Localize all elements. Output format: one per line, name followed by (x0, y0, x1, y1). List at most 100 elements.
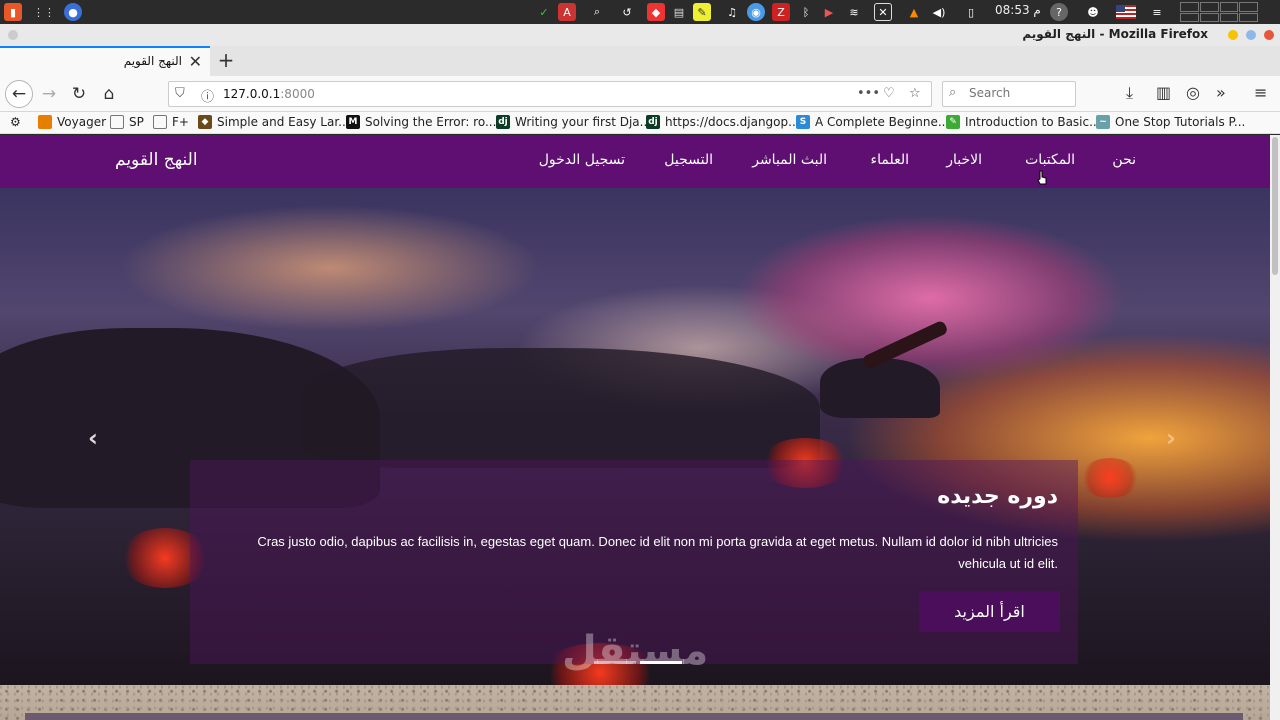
close-window-button[interactable] (1264, 30, 1274, 40)
account-icon[interactable]: ◎ (1186, 83, 1200, 102)
folder-icon (153, 115, 167, 129)
url-bar[interactable]: ⛉ ⓘ 127.0.0.1:8000 ••• ♡ ☆ (168, 81, 932, 107)
search-input[interactable] (969, 86, 1069, 100)
hamburger-menu-icon[interactable]: ≡ (1254, 83, 1267, 102)
help-icon[interactable]: ? (1050, 2, 1068, 22)
bookmark-label: F+ (172, 115, 189, 129)
nav-link-libraries[interactable]: المكتبات (1025, 152, 1075, 168)
bookmark-f-plus[interactable]: F+ (153, 115, 189, 129)
read-more-button[interactable]: اقرأ المزيد (919, 591, 1060, 632)
url-host: 127.0.0.1 (223, 87, 281, 101)
sidebar-icon[interactable]: ▥ (1156, 83, 1171, 102)
git-icon[interactable]: ◆ (647, 2, 665, 22)
bookmark-django-docs[interactable]: dj https://docs.djangop... (646, 115, 800, 129)
chrome-icon[interactable]: ◉ (747, 2, 765, 22)
nav-link-scholars[interactable]: العلماء (871, 152, 910, 168)
menu-icon[interactable]: ≡ (1148, 2, 1166, 22)
more-actions-icon[interactable]: ••• (857, 86, 880, 101)
navigation-toolbar: ← → ↻ ⌂ ⛉ ⓘ 127.0.0.1:8000 ••• ♡ ☆ ⌕ ⤓ ▥… (0, 76, 1280, 112)
workspace-switcher[interactable] (1180, 2, 1258, 22)
hero-lava (1080, 458, 1140, 498)
new-tab-button[interactable]: + (216, 48, 236, 72)
nav-link-news[interactable]: الاخبار (946, 152, 982, 168)
close-icon[interactable]: ✕ (189, 52, 202, 71)
volume-icon[interactable]: ◀) (930, 2, 948, 22)
forward-button[interactable]: → (36, 81, 62, 107)
bluetooth-icon[interactable]: ᛒ (797, 2, 815, 22)
bookmark-star-icon[interactable]: ☆ (909, 86, 921, 101)
folder-orange-icon (38, 115, 52, 129)
home-button[interactable]: ⌂ (96, 81, 122, 107)
hand-cursor-icon (1037, 170, 1047, 185)
carousel-prev-icon[interactable]: ‹ (88, 424, 98, 452)
bookmark-laravel[interactable]: ◆ Simple and Easy Lar... (198, 115, 350, 129)
bookmark-intro-basic[interactable]: ✎ Introduction to Basic... (946, 115, 1101, 129)
medium-icon: M (346, 115, 360, 129)
bookmark-label: One Stop Tutorials P... (1115, 115, 1246, 129)
history-icon[interactable]: ↺ (618, 2, 636, 22)
user-icon[interactable]: ☻ (1084, 2, 1102, 22)
scrollbar-thumb[interactable] (1272, 137, 1278, 275)
flag-icon[interactable] (1116, 5, 1136, 19)
caption-text: Cras justo odio, dapibus ac facilisis in… (257, 534, 1058, 571)
shield-icon[interactable]: ⛉ (175, 86, 185, 101)
tab-active[interactable]: النهج القويم ✕ (0, 46, 210, 76)
bookmark-beginner[interactable]: S A Complete Beginne... (796, 115, 949, 129)
green-icon: ✎ (946, 115, 960, 129)
bookmark-voyager[interactable]: Voyager (38, 115, 106, 129)
zotero-icon[interactable]: Z (772, 2, 790, 22)
camera-icon[interactable]: ▶ (820, 2, 838, 22)
clock[interactable]: 08:53 م (995, 3, 1041, 17)
nav-link-login[interactable]: تسجيل الدخول (539, 152, 625, 168)
bookmarks-settings-icon[interactable]: ⚙ (10, 115, 21, 129)
hero-carousel: ‹ › دوره جديده Cras justo odio, dapibus … (0, 188, 1270, 685)
bookmark-label: Solving the Error: ro... (365, 115, 497, 129)
carousel-next-icon[interactable]: › (1166, 424, 1176, 452)
bookmark-one-stop[interactable]: ~ One Stop Tutorials P... (1096, 115, 1245, 129)
app-menu-icon[interactable]: ▮ (4, 2, 22, 22)
site-brand[interactable]: النهج القويم (115, 150, 198, 170)
laravel-icon: ◆ (198, 115, 212, 129)
arrow-right-icon: → (41, 84, 57, 104)
page-scrollbar[interactable] (1270, 135, 1280, 720)
overflow-icon[interactable]: » (1216, 83, 1226, 102)
minimize-button[interactable] (1228, 30, 1238, 40)
search-field[interactable]: ⌕ (942, 81, 1076, 107)
back-button[interactable]: ← (5, 80, 33, 108)
section-background (0, 685, 1270, 720)
bookmark-medium[interactable]: M Solving the Error: ro... (346, 115, 496, 129)
reload-button[interactable]: ↻ (66, 81, 92, 107)
maximize-button[interactable] (1246, 30, 1256, 40)
x-icon[interactable]: ✕ (874, 2, 892, 22)
books-icon[interactable]: ▤ (670, 2, 688, 22)
s-icon: S (796, 115, 810, 129)
os-taskbar: ▮ ⋮⋮ ● ✓ A ⌕ ↺ ◆ ▤ ✎ ♫ ◉ Z ᛒ ▶ ≋ ✕ ▲ ◀) … (0, 0, 1280, 24)
url-text[interactable]: 127.0.0.1:8000 (223, 87, 315, 101)
nav-link-about[interactable]: نحن (1112, 152, 1136, 168)
bookmark-label: A Complete Beginne... (815, 115, 950, 129)
search-icon[interactable]: ⌕ (588, 2, 606, 22)
folder-icon (110, 115, 124, 129)
info-icon[interactable]: ⓘ (201, 86, 214, 105)
pocket-icon[interactable]: ♡ (883, 86, 895, 101)
window-title: النهج القويم - Mozilla Firefox (1022, 27, 1208, 41)
grid-icon[interactable]: ⋮⋮ (33, 2, 55, 22)
bookmark-sp[interactable]: SP (110, 115, 144, 129)
dictionary-icon[interactable]: A (558, 2, 576, 22)
search-icon: ⌕ (949, 85, 957, 100)
arrow-left-icon: ← (11, 84, 27, 104)
nav-link-live[interactable]: البث المباشر (752, 152, 827, 168)
section-panel (25, 713, 1243, 720)
notes-icon[interactable]: ✎ (693, 2, 711, 22)
battery-icon[interactable]: ▯ (962, 2, 980, 22)
reload-icon: ↻ (71, 84, 87, 104)
downloads-icon[interactable]: ⤓ (1126, 83, 1133, 103)
nav-link-register[interactable]: التسجيل (664, 152, 713, 168)
wifi-icon[interactable]: ≋ (845, 2, 863, 22)
firefox-icon[interactable]: ● (64, 2, 82, 22)
headphones-icon[interactable]: ♫ (723, 2, 741, 22)
bookmark-django-first[interactable]: dj Writing your first Dja... (496, 115, 651, 129)
window-pin-button[interactable] (8, 30, 18, 40)
vlc-icon[interactable]: ▲ (905, 2, 923, 22)
checkmark-icon[interactable]: ✓ (535, 2, 553, 22)
